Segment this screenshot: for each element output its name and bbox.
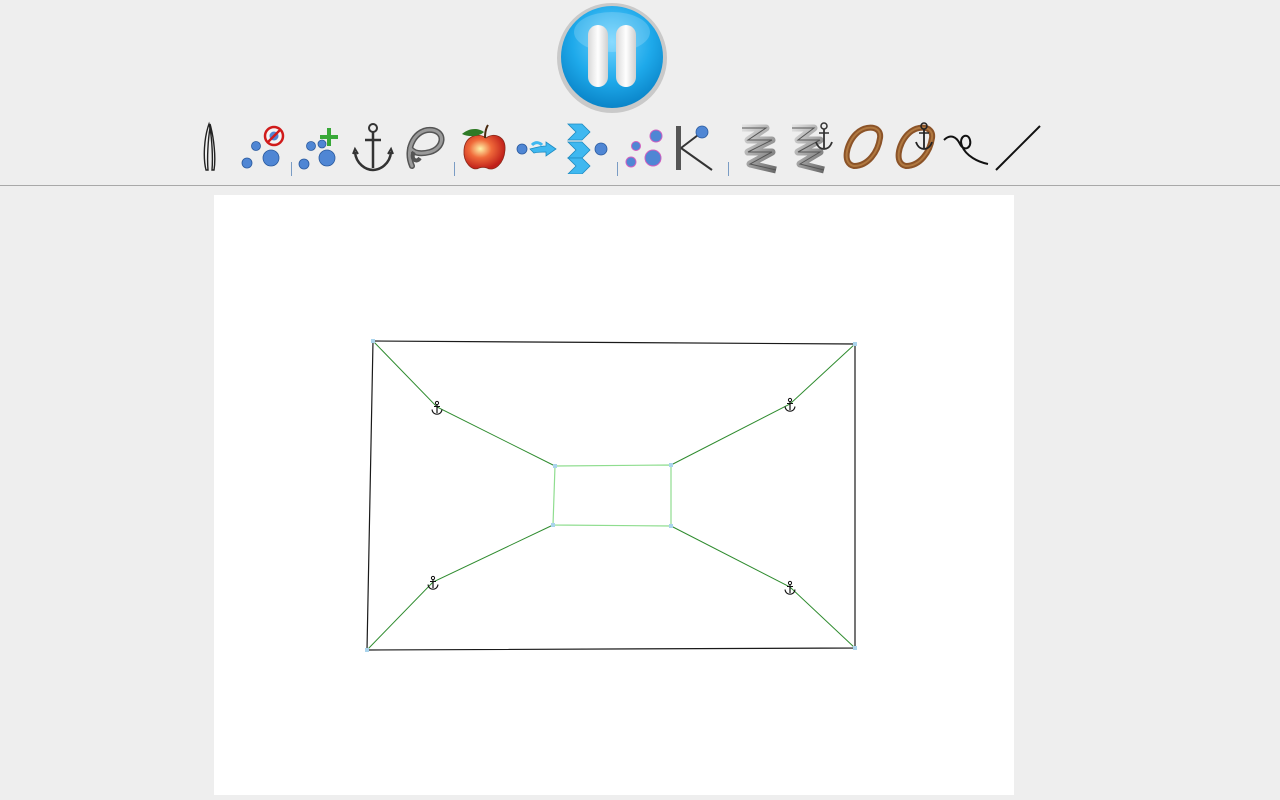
node[interactable] [853,342,857,346]
app-window [0,0,1280,800]
tweezers-icon [203,121,216,171]
toolbar-divider [0,185,1280,186]
node[interactable] [371,339,375,343]
connector-bottom-right[interactable] [670,525,856,649]
node[interactable] [365,648,369,652]
anchored-spring-tool[interactable] [786,118,838,176]
rope-tool[interactable] [400,118,450,176]
molecule-tool[interactable] [621,118,667,176]
add-atom-tool[interactable] [296,118,346,176]
nodes [365,339,857,652]
connector-top-right[interactable] [670,343,856,466]
spring-icon [742,124,777,174]
inner-rectangle[interactable] [552,464,672,527]
line-icon [995,125,1041,171]
loop-icon [843,124,884,169]
simulation-canvas[interactable] [214,195,1014,795]
anchor-icon[interactable] [427,575,439,590]
bond-icon [676,125,713,171]
anchor-icon [352,123,394,172]
tweezers-tool[interactable] [196,118,226,176]
add-atom-icon [298,128,338,170]
string-icon [943,134,989,165]
toolbar-separator [291,162,292,176]
anchored-loop-tool[interactable] [890,118,942,176]
pull-icon [516,141,557,157]
anchor-icon[interactable] [784,580,796,595]
delete-atom-tool[interactable] [238,118,288,176]
anchored-loop-icon [895,122,936,169]
molecule-icon [625,129,663,168]
node[interactable] [669,524,673,528]
wind-icon [567,123,608,174]
connector-top-left[interactable] [372,340,556,467]
connector-bottom-left[interactable] [366,524,554,651]
apple-tool[interactable] [458,118,510,176]
node[interactable] [551,523,555,527]
node[interactable] [853,646,857,650]
node[interactable] [553,464,557,468]
toolbar-separator [617,162,618,176]
pause-button[interactable] [556,2,668,114]
loop-tool[interactable] [838,118,888,176]
anchor-tool[interactable] [350,118,396,176]
toolbar-separator [728,162,729,176]
outer-frame[interactable] [366,340,856,651]
pull-tool[interactable] [512,118,560,176]
node[interactable] [669,463,673,467]
delete-atom-icon [241,125,285,169]
pause-icon [557,3,667,113]
wind-tool[interactable] [562,118,612,176]
spring-tool[interactable] [734,118,782,176]
line-tool[interactable] [992,118,1044,176]
string-tool[interactable] [942,118,992,176]
scene [365,339,857,652]
apple-icon [462,124,506,170]
anchored-spring-icon [792,122,833,174]
toolbar-separator [454,162,455,176]
toolbar [0,118,1280,178]
bond-tool[interactable] [672,118,716,176]
rope-icon [406,126,445,169]
